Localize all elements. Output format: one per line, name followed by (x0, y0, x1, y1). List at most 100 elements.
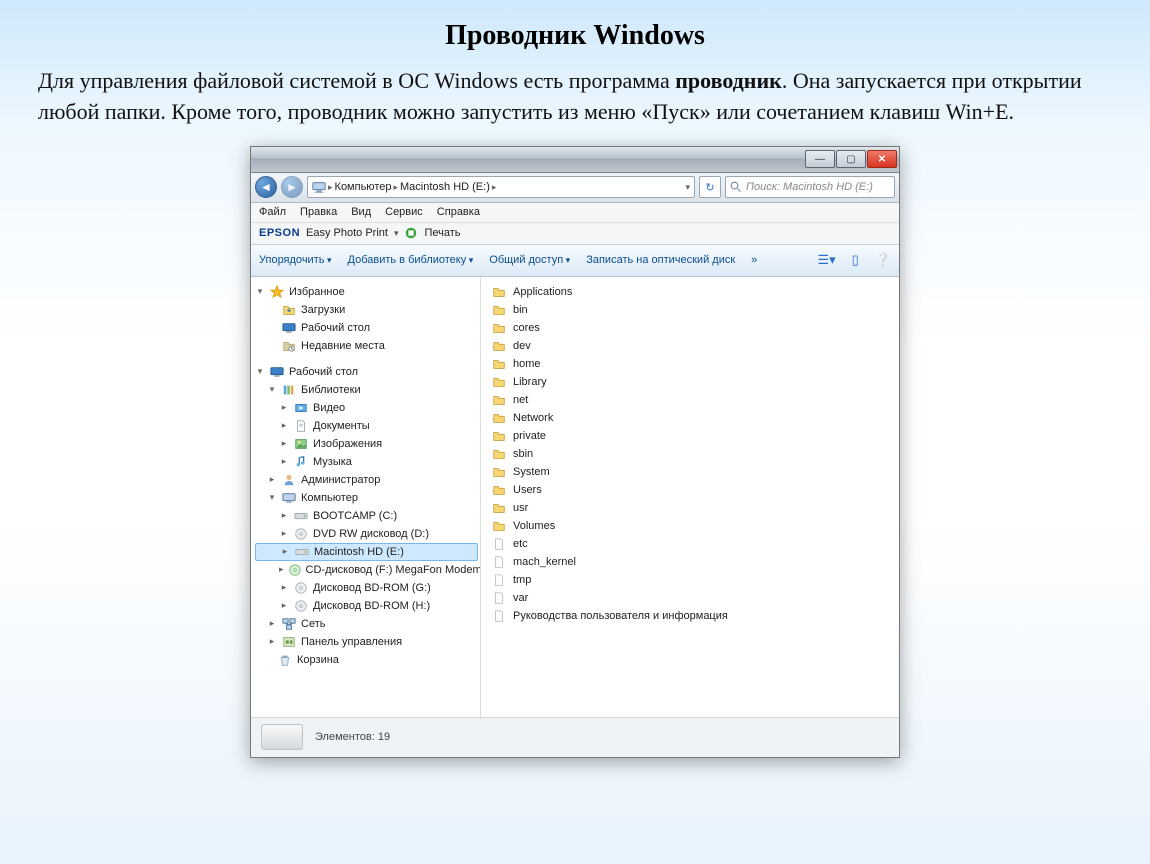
list-item[interactable]: etc (491, 535, 889, 553)
list-item[interactable]: Network (491, 409, 889, 427)
expander-icon[interactable]: ▸ (279, 402, 289, 413)
tree-recent[interactable]: Недавние места (255, 337, 478, 355)
expander-icon[interactable]: ▸ (280, 546, 290, 557)
menu-tools[interactable]: Сервис (385, 206, 423, 218)
tree-pictures[interactable]: ▸ Изображения (255, 435, 478, 453)
list-item[interactable]: Applications (491, 283, 889, 301)
list-item[interactable]: home (491, 355, 889, 373)
tree-item-label: Библиотеки (301, 384, 361, 396)
forward-button[interactable]: ► (281, 176, 303, 198)
breadcrumb-dropdown-icon[interactable]: ▾ (685, 182, 690, 193)
burn-button[interactable]: Записать на оптический диск (586, 254, 735, 266)
list-item[interactable]: bin (491, 301, 889, 319)
folder-icon (491, 428, 507, 444)
list-item[interactable]: tmp (491, 571, 889, 589)
list-item[interactable]: Library (491, 373, 889, 391)
tree-item-label: Рабочий стол (289, 366, 358, 378)
expander-icon[interactable]: ▸ (279, 582, 289, 593)
search-input[interactable]: Поиск: Macintosh HD (E:) (725, 176, 895, 198)
organize-button[interactable]: Упорядочить (259, 254, 332, 266)
close-button[interactable]: ✕ (867, 150, 897, 168)
tree-macintosh-hd[interactable]: ▸ Macintosh HD (E:) (255, 543, 478, 561)
list-item[interactable]: Volumes (491, 517, 889, 535)
tree-admin[interactable]: ▸ Администратор (255, 471, 478, 489)
menu-file[interactable]: Файл (259, 206, 286, 218)
list-item[interactable]: System (491, 463, 889, 481)
epson-dropdown-icon[interactable]: ▾ (394, 228, 399, 239)
expander-icon[interactable]: ▸ (279, 438, 289, 449)
list-item[interactable]: usr (491, 499, 889, 517)
tree-recycle[interactable]: Корзина (255, 651, 478, 669)
list-item-label: Library (513, 376, 547, 388)
desc-prefix: Для управления файловой системой в ОС Wi… (38, 68, 675, 93)
tree-downloads[interactable]: Загрузки (255, 301, 478, 319)
expander-icon[interactable]: ▾ (267, 384, 277, 395)
tree-computer[interactable]: ▾ Компьютер (255, 489, 478, 507)
tree-item-label: Избранное (289, 286, 345, 298)
expander-icon[interactable]: ▾ (255, 286, 265, 297)
refresh-button[interactable]: ↻ (699, 176, 721, 198)
tree-control-panel[interactable]: ▸ Панель управления (255, 633, 478, 651)
tree-bd-h[interactable]: ▸ Дисковод BD-ROM (H:) (255, 597, 478, 615)
list-item[interactable]: Users (491, 481, 889, 499)
file-list[interactable]: Applicationsbincoresdevhome Library net Net… (481, 277, 899, 717)
tree-libraries[interactable]: ▾ Библиотеки (255, 381, 478, 399)
tree-documents[interactable]: ▸ Документы (255, 417, 478, 435)
tree-network[interactable]: ▸ Сеть (255, 615, 478, 633)
expander-icon[interactable]: ▸ (279, 564, 284, 575)
preview-pane-icon[interactable]: ▯ (852, 252, 859, 268)
list-item[interactable]: sbin (491, 445, 889, 463)
list-item[interactable]: var (491, 589, 889, 607)
share-button[interactable]: Общий доступ (489, 254, 570, 266)
desc-bold: проводник (675, 68, 782, 93)
menu-view[interactable]: Вид (351, 206, 371, 218)
expander-icon[interactable]: ▾ (267, 492, 277, 503)
expander-icon[interactable]: ▸ (267, 474, 277, 485)
view-options-icon[interactable]: ☰▾ (817, 252, 835, 268)
help-icon[interactable]: ❔ (875, 252, 891, 268)
expander-icon[interactable]: ▸ (279, 510, 289, 521)
epson-print[interactable]: Печать (424, 227, 460, 239)
tree-desktop-fav[interactable]: Рабочий стол (255, 319, 478, 337)
tree-item-label: Документы (313, 420, 370, 432)
epson-easy-photo[interactable]: Easy Photo Print (306, 227, 388, 239)
breadcrumb[interactable]: ▸ Компьютер ▸ Macintosh HD (E:) ▸ ▾ (307, 176, 695, 198)
tree-bootcamp[interactable]: ▸ BOOTCAMP (C:) (255, 507, 478, 525)
list-item[interactable]: Руководства пользователя и информация (491, 607, 889, 625)
expander-icon[interactable]: ▸ (279, 456, 289, 467)
navigation-tree[interactable]: ▾ Избранное Загрузки Рабочий стол (251, 277, 481, 717)
maximize-button[interactable]: ▢ (836, 150, 866, 168)
tree-bd-g[interactable]: ▸ Дисковод BD-ROM (G:) (255, 579, 478, 597)
list-item[interactable]: mach_kernel (491, 553, 889, 571)
list-item[interactable]: net (491, 391, 889, 409)
expander-icon[interactable]: ▸ (267, 636, 277, 647)
tree-music[interactable]: ▸ Музыка (255, 453, 478, 471)
minimize-button[interactable]: — (805, 150, 835, 168)
tree-item-label: Рабочий стол (301, 322, 370, 334)
expander-icon[interactable]: ▸ (279, 600, 289, 611)
expander-icon[interactable]: ▸ (279, 528, 289, 539)
expander-icon[interactable]: ▸ (267, 618, 277, 629)
tree-video[interactable]: ▸ Видео (255, 399, 478, 417)
folder-icon (491, 482, 507, 498)
breadcrumb-seg-0[interactable]: Компьютер (335, 181, 392, 193)
list-item-label: Volumes (513, 520, 555, 532)
more-button[interactable]: » (751, 254, 757, 266)
list-item[interactable]: cores (491, 319, 889, 337)
menu-edit[interactable]: Правка (300, 206, 337, 218)
add-to-library-button[interactable]: Добавить в библиотеку (348, 254, 474, 266)
tree-desktop-root[interactable]: ▾ Рабочий стол (255, 363, 478, 381)
list-item[interactable]: private (491, 427, 889, 445)
list-item-label: Network (513, 412, 553, 424)
tree-favorites[interactable]: ▾ Избранное (255, 283, 478, 301)
expander-icon[interactable]: ▸ (279, 420, 289, 431)
breadcrumb-seg-1[interactable]: Macintosh HD (E:) (400, 181, 490, 193)
menu-help[interactable]: Справка (437, 206, 480, 218)
expander-icon[interactable]: ▾ (255, 366, 265, 377)
tree-dvd[interactable]: ▸ DVD RW дисковод (D:) (255, 525, 478, 543)
tree-cd-megafon[interactable]: ▸ CD-дисковод (F:) MegaFon Modem (255, 561, 478, 579)
list-item-label: etc (513, 538, 528, 550)
list-item-label: net (513, 394, 528, 406)
back-button[interactable]: ◄ (255, 176, 277, 198)
list-item[interactable]: dev (491, 337, 889, 355)
